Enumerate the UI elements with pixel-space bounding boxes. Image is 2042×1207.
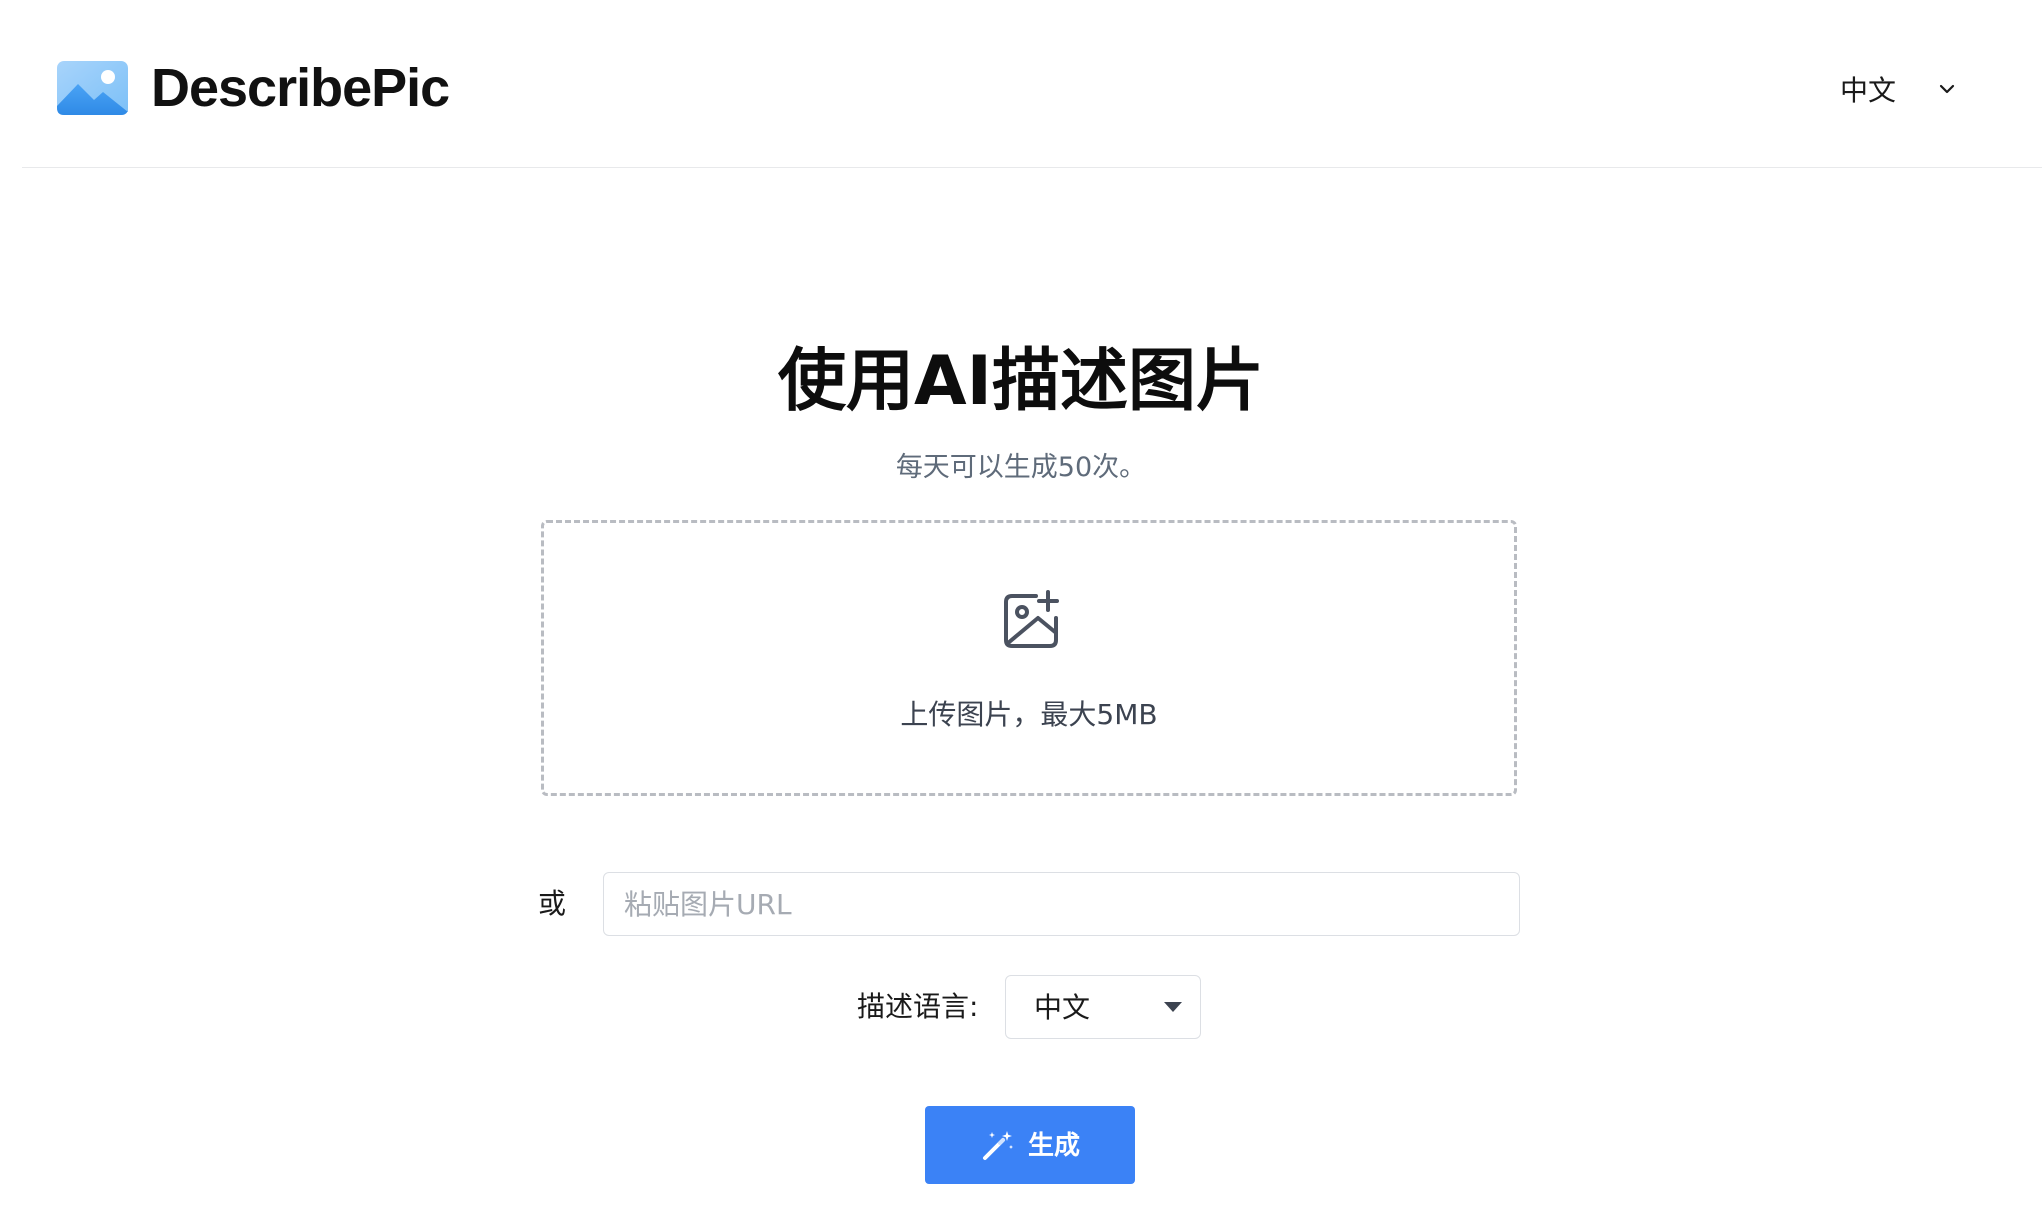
logo-icon: [57, 61, 128, 115]
description-language-select[interactable]: 中文: [1005, 975, 1201, 1039]
generate-button[interactable]: 生成: [925, 1106, 1135, 1184]
image-upload-dropzone[interactable]: 上传图片，最大5MB: [541, 520, 1517, 796]
magic-wand-icon: [982, 1131, 1013, 1160]
language-switcher[interactable]: 中文: [1840, 66, 1958, 112]
page-title: 使用AI描述图片: [778, 342, 1264, 421]
description-language-value: 中文: [1034, 991, 1091, 1024]
usage-limit-subtitle: 每天可以生成50次。: [895, 452, 1147, 483]
top-header: DescribePic 中文: [0, 0, 2042, 168]
caret-down-icon: [1164, 1002, 1182, 1012]
header-divider: [22, 167, 2042, 168]
description-language-label: 描述语言:: [857, 990, 979, 1023]
brand-home-link[interactable]: DescribePic: [56, 58, 450, 118]
language-switcher-label: 中文: [1840, 74, 1897, 107]
image-url-input[interactable]: [603, 872, 1520, 936]
generate-button-label: 生成: [1027, 1130, 1080, 1160]
chevron-down-icon: [1939, 84, 1955, 94]
upload-instructions: 上传图片，最大5MB: [900, 698, 1158, 731]
brand-name: DescribePic: [151, 58, 450, 118]
or-label: 或: [538, 887, 567, 920]
image-plus-icon: [1004, 590, 1059, 648]
